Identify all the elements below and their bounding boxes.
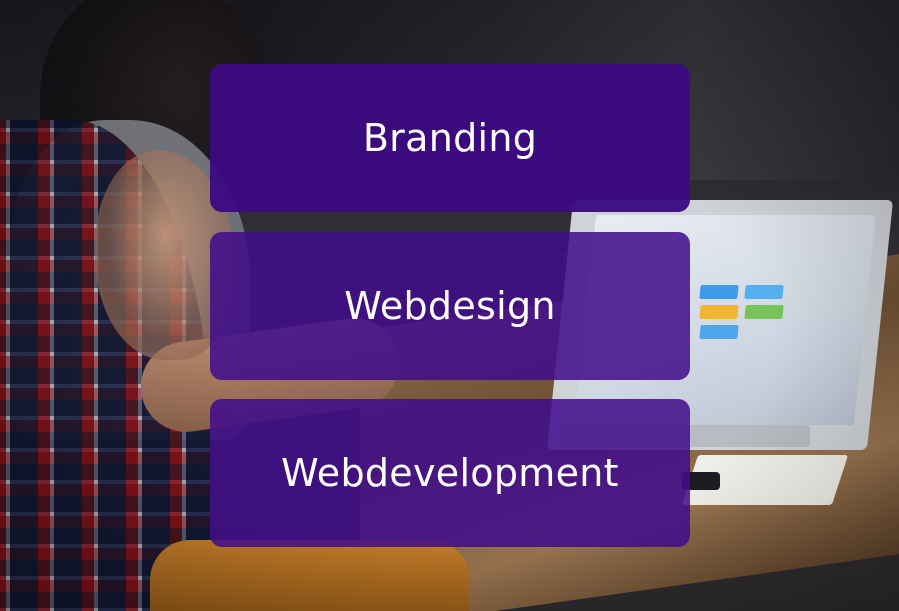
service-card-label: Webdesign xyxy=(344,284,556,328)
service-card-branding[interactable]: Branding xyxy=(210,64,690,212)
service-card-label: Branding xyxy=(362,116,538,160)
service-card-webdesign[interactable]: Webdesign xyxy=(210,232,690,380)
service-card-webdevelopment[interactable]: Webdevelopment xyxy=(210,399,690,547)
service-card-label: Webdevelopment xyxy=(281,451,619,495)
hero-section: Branding Webdesign Webdevelopment xyxy=(0,0,899,611)
